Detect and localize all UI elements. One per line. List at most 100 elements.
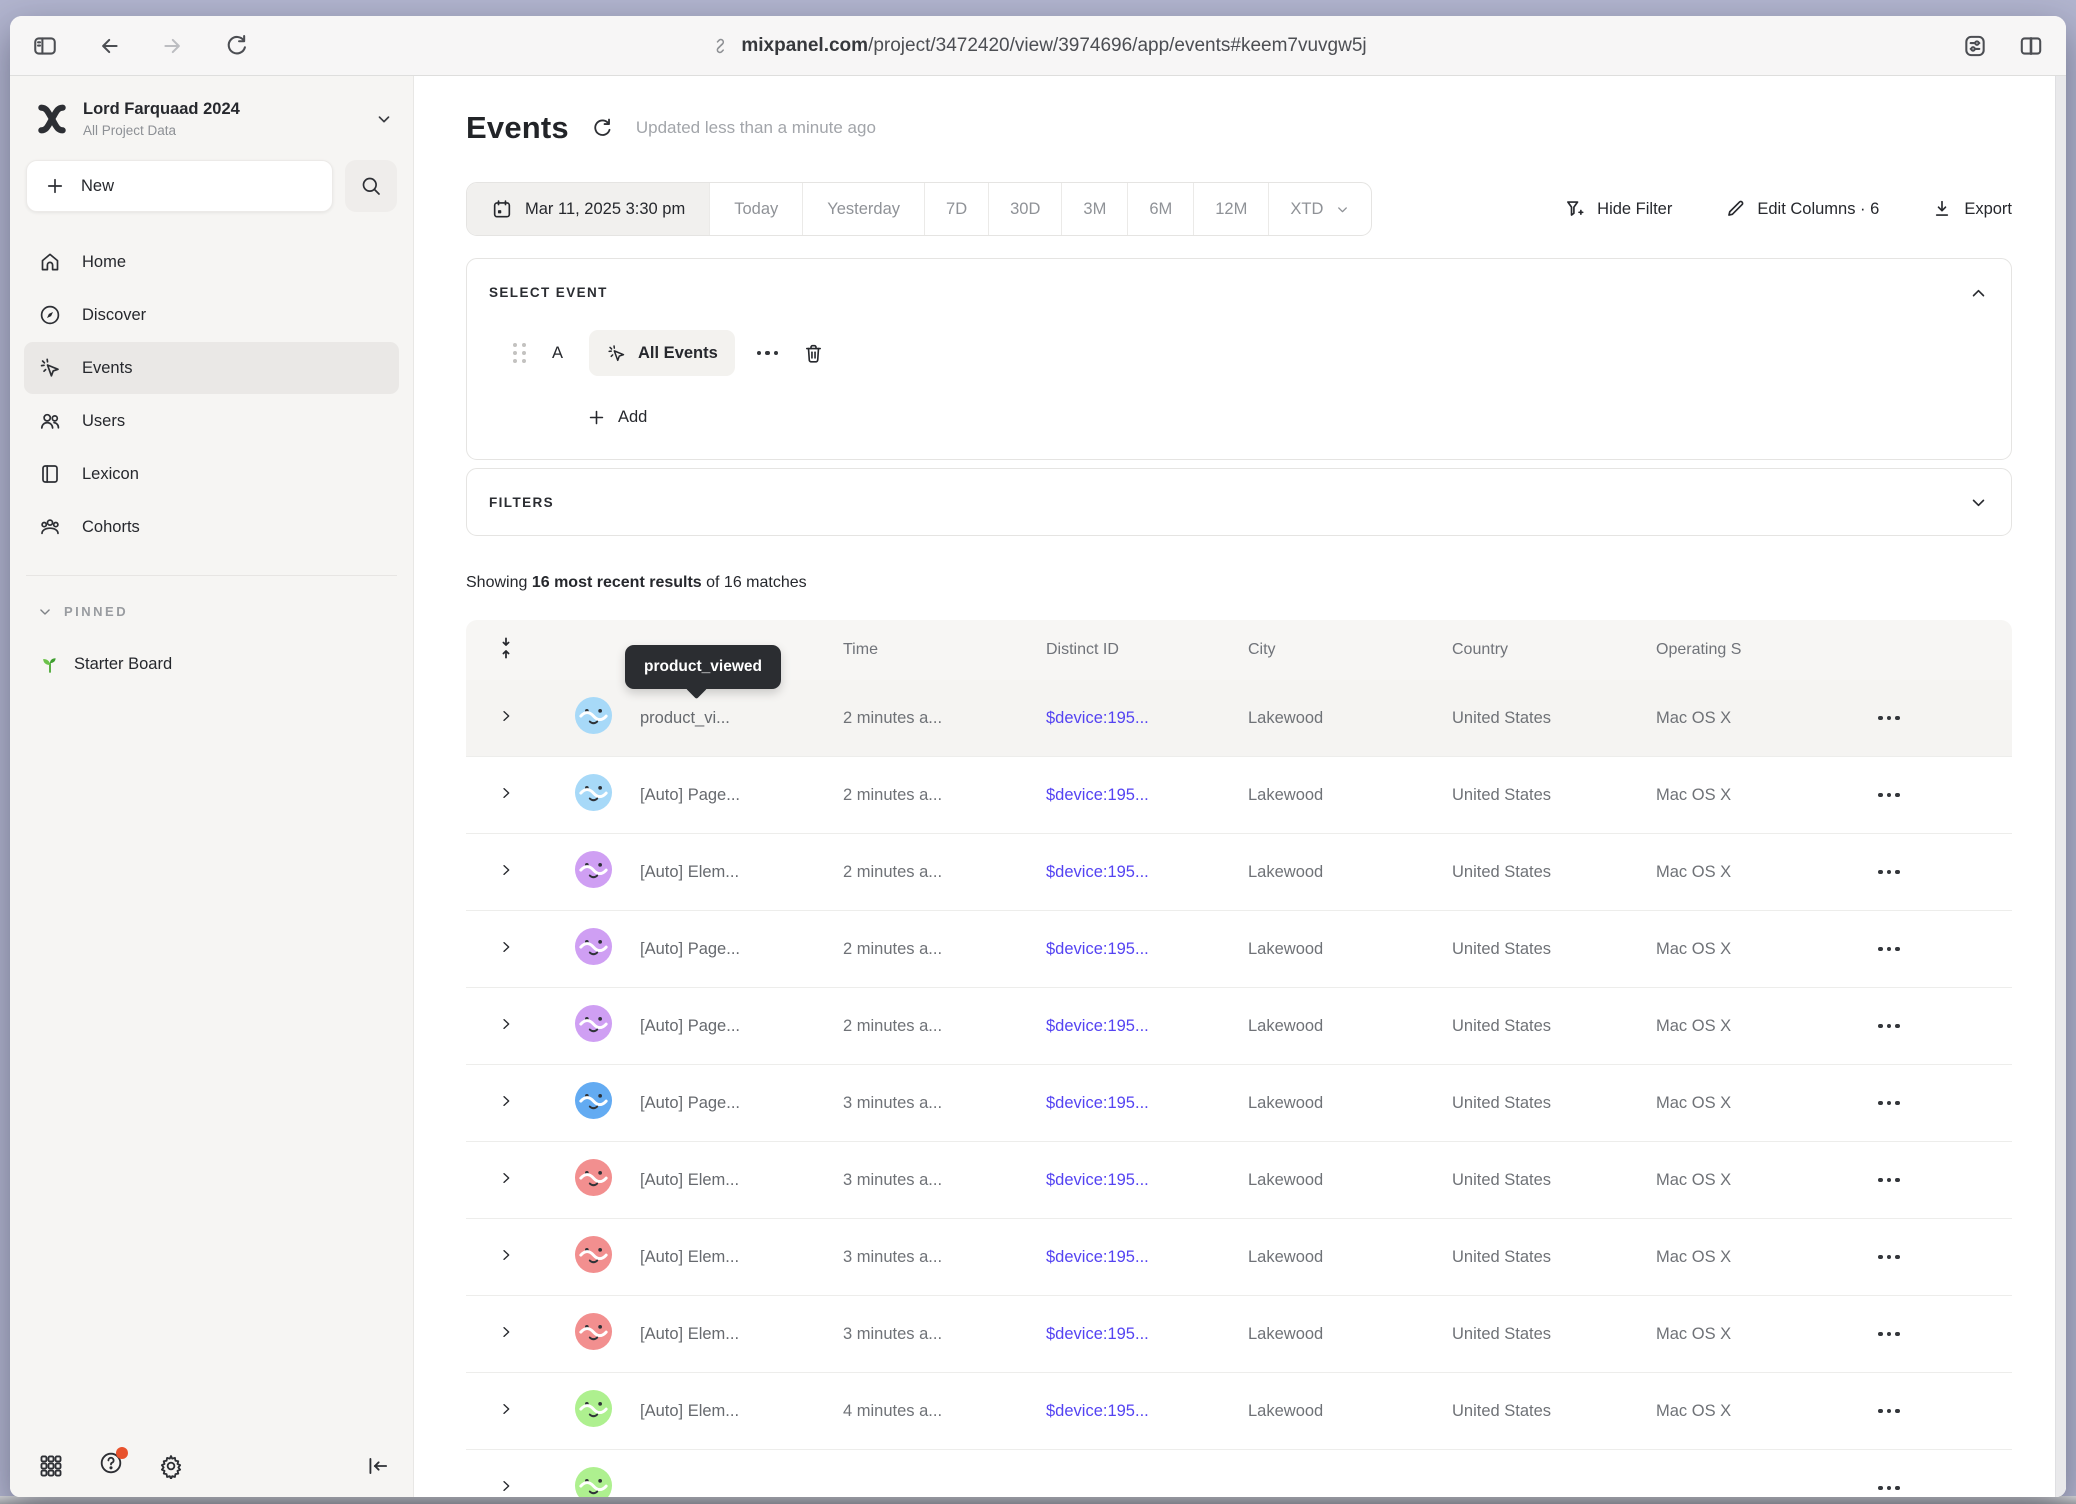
- distinct-id-link[interactable]: $device:195...: [1046, 786, 1248, 805]
- expand-row-icon[interactable]: [498, 939, 514, 955]
- event-selector-chip[interactable]: All Events: [589, 330, 735, 376]
- date-preset-3m[interactable]: 3M: [1061, 183, 1127, 235]
- gear-icon[interactable]: [158, 1453, 184, 1479]
- sidebar-item-home[interactable]: Home: [24, 236, 399, 288]
- edit-columns-button[interactable]: Edit Columns · 6: [1724, 198, 1879, 220]
- expand-row-icon[interactable]: [498, 1324, 514, 1340]
- table-row[interactable]: [Auto] Elem... 3 minutes a... $device:19…: [466, 1142, 2012, 1219]
- event-name[interactable]: [Auto] Elem...: [640, 1402, 843, 1421]
- add-event-button[interactable]: Add: [587, 408, 1989, 427]
- row-menu-button[interactable]: [1878, 793, 2012, 798]
- trash-icon[interactable]: [802, 342, 825, 365]
- expand-row-icon[interactable]: [498, 1170, 514, 1186]
- table-row[interactable]: [Auto] Page... 2 minutes a... $device:19…: [466, 757, 2012, 834]
- expand-row-icon[interactable]: [498, 785, 514, 801]
- row-menu-button[interactable]: [1878, 1024, 2012, 1029]
- page-scrollbar[interactable]: [2055, 76, 2066, 1497]
- event-name[interactable]: [Auto] Page...: [640, 1017, 843, 1036]
- table-row[interactable]: [466, 1450, 2012, 1497]
- event-name[interactable]: [Auto] Elem...: [640, 1248, 843, 1267]
- expand-row-icon[interactable]: [498, 1401, 514, 1417]
- column-header-distinct-id[interactable]: Distinct ID: [1046, 641, 1248, 659]
- date-preset-today[interactable]: Today: [709, 183, 802, 235]
- expand-row-icon[interactable]: [498, 1247, 514, 1263]
- collapse-sidebar-icon[interactable]: [365, 1453, 391, 1479]
- column-header-city[interactable]: City: [1248, 641, 1452, 659]
- drag-handle[interactable]: [513, 343, 526, 363]
- row-menu-button[interactable]: [1878, 870, 2012, 875]
- expand-row-icon[interactable]: [498, 862, 514, 878]
- row-menu-button[interactable]: [1878, 1409, 2012, 1414]
- date-preset-12m[interactable]: 12M: [1193, 183, 1268, 235]
- table-row[interactable]: [Auto] Page... 2 minutes a... $device:19…: [466, 911, 2012, 988]
- event-name[interactable]: [Auto] Elem...: [640, 1325, 843, 1344]
- expand-row-icon[interactable]: [498, 708, 514, 724]
- sidebar-item-cohorts[interactable]: Cohorts: [24, 501, 399, 553]
- event-name[interactable]: product_vi...: [640, 709, 843, 728]
- hide-filter-button[interactable]: Hide Filter: [1564, 198, 1672, 220]
- pinned-section-header[interactable]: PINNED: [24, 598, 399, 625]
- table-row[interactable]: [Auto] Elem... 4 minutes a... $device:19…: [466, 1373, 2012, 1450]
- event-name[interactable]: [Auto] Page...: [640, 1094, 843, 1113]
- page-settings-icon[interactable]: [1962, 33, 1988, 59]
- refresh-page-icon[interactable]: [224, 33, 250, 59]
- date-preset-6m[interactable]: 6M: [1127, 183, 1193, 235]
- forward-icon[interactable]: [160, 33, 186, 59]
- distinct-id-link[interactable]: $device:195...: [1046, 1171, 1248, 1190]
- sort-icon[interactable]: [495, 636, 517, 660]
- table-row[interactable]: [Auto] Elem... 3 minutes a... $device:19…: [466, 1219, 2012, 1296]
- sidebar-item-lexicon[interactable]: Lexicon: [24, 448, 399, 500]
- apps-grid-icon[interactable]: [38, 1453, 64, 1479]
- expand-row-icon[interactable]: [498, 1478, 514, 1494]
- split-view-icon[interactable]: [2018, 33, 2044, 59]
- sidebar-item-users[interactable]: Users: [24, 395, 399, 447]
- chevron-up-icon[interactable]: [1970, 285, 1987, 302]
- column-header-os[interactable]: Operating S: [1656, 641, 1826, 659]
- sidebar-item-starter-board[interactable]: Starter Board: [24, 639, 399, 689]
- distinct-id-link[interactable]: $device:195...: [1046, 1402, 1248, 1421]
- date-preset-yesterday[interactable]: Yesterday: [802, 183, 924, 235]
- table-row[interactable]: [Auto] Elem... 2 minutes a... $device:19…: [466, 834, 2012, 911]
- date-preset-30d[interactable]: 30D: [988, 183, 1061, 235]
- row-menu-button[interactable]: [1878, 1486, 2012, 1491]
- distinct-id-link[interactable]: $device:195...: [1046, 1248, 1248, 1267]
- back-icon[interactable]: [96, 33, 122, 59]
- distinct-id-link[interactable]: $device:195...: [1046, 1325, 1248, 1344]
- search-button[interactable]: [345, 160, 397, 212]
- new-button[interactable]: New: [26, 160, 333, 212]
- distinct-id-link[interactable]: $device:195...: [1046, 1094, 1248, 1113]
- row-menu-button[interactable]: [1878, 716, 2012, 721]
- expand-row-icon[interactable]: [498, 1093, 514, 1109]
- help-button[interactable]: [98, 1450, 124, 1481]
- distinct-id-link[interactable]: $device:195...: [1046, 863, 1248, 882]
- event-options-button[interactable]: [757, 351, 779, 356]
- row-menu-button[interactable]: [1878, 1178, 2012, 1183]
- sidebar-toggle-icon[interactable]: [32, 33, 58, 59]
- distinct-id-link[interactable]: $device:195...: [1046, 940, 1248, 959]
- row-menu-button[interactable]: [1878, 947, 2012, 952]
- event-name[interactable]: [Auto] Elem...: [640, 1171, 843, 1190]
- row-menu-button[interactable]: [1878, 1332, 2012, 1337]
- sidebar-item-discover[interactable]: Discover: [24, 289, 399, 341]
- date-preset-7d[interactable]: 7D: [924, 183, 988, 235]
- table-row[interactable]: [Auto] Elem... 3 minutes a... $device:19…: [466, 1296, 2012, 1373]
- column-header-time[interactable]: Time: [843, 641, 1046, 659]
- export-button[interactable]: Export: [1931, 198, 2012, 220]
- date-preset-xtd[interactable]: XTD: [1268, 183, 1371, 235]
- table-row[interactable]: [Auto] Page... 2 minutes a... $device:19…: [466, 988, 2012, 1065]
- row-menu-button[interactable]: [1878, 1255, 2012, 1260]
- distinct-id-link[interactable]: $device:195...: [1046, 1017, 1248, 1036]
- row-menu-button[interactable]: [1878, 1101, 2012, 1106]
- chevron-down-icon[interactable]: [1970, 494, 1987, 511]
- event-name[interactable]: [Auto] Elem...: [640, 863, 843, 882]
- table-row[interactable]: [Auto] Page... 3 minutes a... $device:19…: [466, 1065, 2012, 1142]
- column-header-country[interactable]: Country: [1452, 641, 1656, 659]
- event-name[interactable]: [Auto] Page...: [640, 786, 843, 805]
- expand-row-icon[interactable]: [498, 1016, 514, 1032]
- date-range-custom-selected[interactable]: Mar 11, 2025 3:30 pm: [467, 183, 709, 235]
- sidebar-item-events[interactable]: Events: [24, 342, 399, 394]
- distinct-id-link[interactable]: $device:195...: [1046, 709, 1248, 728]
- event-name[interactable]: [Auto] Page...: [640, 940, 843, 959]
- address-bar[interactable]: mixpanel.com/project/3472420/view/397469…: [709, 35, 1366, 57]
- project-switcher[interactable]: Lord Farquaad 2024 All Project Data: [36, 100, 393, 138]
